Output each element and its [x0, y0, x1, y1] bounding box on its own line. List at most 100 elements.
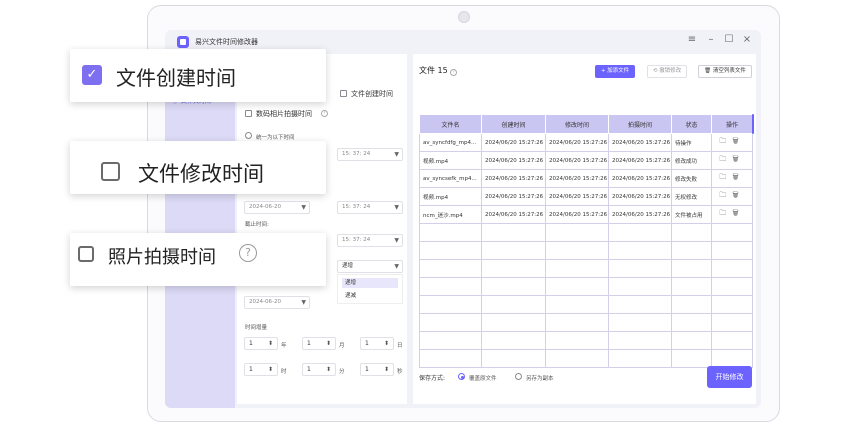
table-cell: 2024/06/20 15:27:26 — [545, 187, 609, 206]
mode-select[interactable]: 递增 ▼ — [337, 260, 403, 273]
mode-option-increase[interactable]: 递增 — [342, 278, 398, 288]
table-row[interactable]: ncm_迷沙.mp4 2024/06/20 15:27:26 2024/06/20 … — [419, 205, 753, 224]
open-folder-icon[interactable]: 🗀 — [719, 173, 732, 181]
table-row[interactable]: av_syncsefk_mp4... 2024/06/20 15:27:26 202… — [419, 169, 753, 188]
column-header[interactable]: 操作 — [711, 114, 753, 134]
mode-option-decrease[interactable]: 递减 — [342, 291, 398, 301]
table-row[interactable]: av_syncfdfg_mp4... 2024/06/20 15:27:26 202… — [419, 133, 753, 152]
table-cell: 2024/06/20 15:27:26 — [481, 187, 546, 206]
delete-icon[interactable]: 🗑 — [732, 155, 744, 163]
table-cell — [481, 313, 546, 332]
checkmark-icon[interactable]: ✓ — [82, 65, 102, 85]
stepper-arrows-icon[interactable]: ⬍ — [326, 338, 331, 349]
chevron-down-icon: ▼ — [394, 263, 399, 270]
table-cell — [481, 277, 546, 296]
unit-year: 年 — [281, 343, 287, 349]
table-cell — [481, 349, 546, 368]
column-header[interactable]: 拍摄时间 — [608, 114, 672, 134]
day-stepper[interactable]: 1 ⬍ — [360, 337, 394, 350]
table-cell: 2024/06/20 15:27:26 — [545, 133, 609, 152]
table-cell — [419, 223, 482, 242]
table-cell — [608, 223, 672, 242]
column-header[interactable]: 修改时间 — [545, 114, 609, 134]
uniform-time-radio[interactable] — [245, 132, 252, 139]
table-cell — [419, 295, 482, 314]
table-row[interactable]: 视频.mp4 2024/06/20 15:27:26 2024/06/20 15:2… — [419, 151, 753, 170]
table-row[interactable]: 视频.mp4 2024/06/20 15:27:26 2024/06/20 15:2… — [419, 187, 753, 206]
year-stepper[interactable]: 1 ⬍ — [244, 337, 278, 350]
help-icon[interactable]: ? — [450, 69, 458, 76]
column-header[interactable]: 文件名 — [419, 114, 482, 134]
help-icon[interactable]: ? — [239, 244, 257, 262]
start-time-field[interactable]: 15: 37: 24 ▼ — [337, 148, 403, 161]
open-folder-icon[interactable]: 🗀 — [719, 137, 732, 145]
table-cell — [419, 313, 482, 332]
chevron-down-icon: ▼ — [394, 151, 399, 158]
stepper-arrows-icon[interactable]: ⬍ — [384, 338, 389, 349]
column-header[interactable]: 状态 — [671, 114, 712, 134]
delete-icon[interactable]: 🗑 — [732, 191, 744, 199]
checkbox-icon[interactable] — [101, 162, 120, 181]
uniform-time-label: 统一为以下时间 — [256, 135, 295, 141]
table-cell — [671, 241, 712, 260]
table-cell — [419, 241, 482, 260]
table-cell: 2024/06/20 15:27:26 — [608, 133, 672, 152]
stepper-arrows-icon[interactable]: ⬍ — [384, 364, 389, 375]
close-icon[interactable]: × — [740, 34, 754, 45]
row-actions: 🗀🗑 — [711, 187, 753, 206]
end-time-field[interactable]: 15: 37: 24 ▼ — [337, 234, 403, 247]
clear-list-button[interactable]: 🗑 清空列表文件 — [698, 65, 752, 78]
stepper-arrows-icon[interactable]: ⬍ — [326, 364, 331, 375]
table-cell — [711, 223, 753, 242]
second-stepper[interactable]: 1 ⬍ — [360, 363, 394, 376]
open-folder-icon[interactable]: 🗀 — [719, 209, 732, 217]
date-field[interactable]: 2024-06-20 ▼ — [244, 296, 310, 309]
table-cell — [711, 331, 753, 350]
column-header[interactable]: 创建时间 — [481, 114, 546, 134]
table-cell — [671, 349, 712, 368]
stepper-arrows-icon[interactable]: ⬍ — [268, 364, 273, 375]
hour-stepper[interactable]: 1 ⬍ — [244, 363, 278, 376]
open-folder-icon[interactable]: 🗀 — [719, 191, 732, 199]
digital-photo-checkbox[interactable] — [245, 110, 252, 117]
table-cell — [711, 295, 753, 314]
table-cell — [711, 241, 753, 260]
table-cell: 2024/06/20 15:27:26 — [481, 205, 546, 224]
table-cell: 2024/06/20 15:27:26 — [545, 205, 609, 224]
start-modify-button[interactable]: 开始修改 — [707, 366, 752, 388]
delete-icon[interactable]: 🗑 — [732, 173, 744, 181]
empty-table-row — [419, 277, 753, 296]
table-cell — [545, 349, 609, 368]
maximize-icon[interactable]: ☐ — [722, 34, 736, 45]
minimize-icon[interactable]: – — [704, 34, 718, 45]
checkbox-icon[interactable] — [78, 246, 94, 262]
scrollbar[interactable] — [752, 114, 754, 134]
undo-button[interactable]: ⟲ 撤销修改 — [647, 65, 687, 78]
table-cell — [608, 241, 672, 260]
menu-icon[interactable]: ≡ — [685, 34, 699, 45]
start-time2-field[interactable]: 15: 37: 24 ▼ — [337, 201, 403, 214]
row-actions: 🗀🗑 — [711, 151, 753, 170]
add-file-button[interactable]: + 加添文件 — [595, 65, 635, 78]
overwrite-radio[interactable] — [458, 373, 465, 380]
file-created-checkbox[interactable] — [340, 90, 347, 97]
help-icon[interactable]: ? — [321, 110, 328, 117]
empty-table-row — [419, 313, 753, 332]
delete-icon[interactable]: 🗑 — [732, 137, 744, 145]
row-actions: 🗀🗑 — [711, 205, 753, 224]
empty-table-row — [419, 259, 753, 278]
start-date-field[interactable]: 2024-06-20 ▼ — [244, 201, 310, 214]
table-cell — [419, 349, 482, 368]
stepper-arrows-icon[interactable]: ⬍ — [268, 338, 273, 349]
save-mode-label: 保存方式: — [419, 375, 446, 382]
copy-radio[interactable] — [515, 373, 522, 380]
minute-stepper[interactable]: 1 ⬍ — [302, 363, 336, 376]
table-cell: av_syncsefk_mp4... — [419, 169, 482, 188]
month-stepper[interactable]: 1 ⬍ — [302, 337, 336, 350]
table-cell — [671, 259, 712, 278]
table-cell — [608, 295, 672, 314]
open-folder-icon[interactable]: 🗀 — [719, 155, 732, 163]
table-cell — [481, 259, 546, 278]
overwrite-label: 覆盖原文件 — [469, 376, 497, 382]
delete-icon[interactable]: 🗑 — [732, 209, 744, 217]
